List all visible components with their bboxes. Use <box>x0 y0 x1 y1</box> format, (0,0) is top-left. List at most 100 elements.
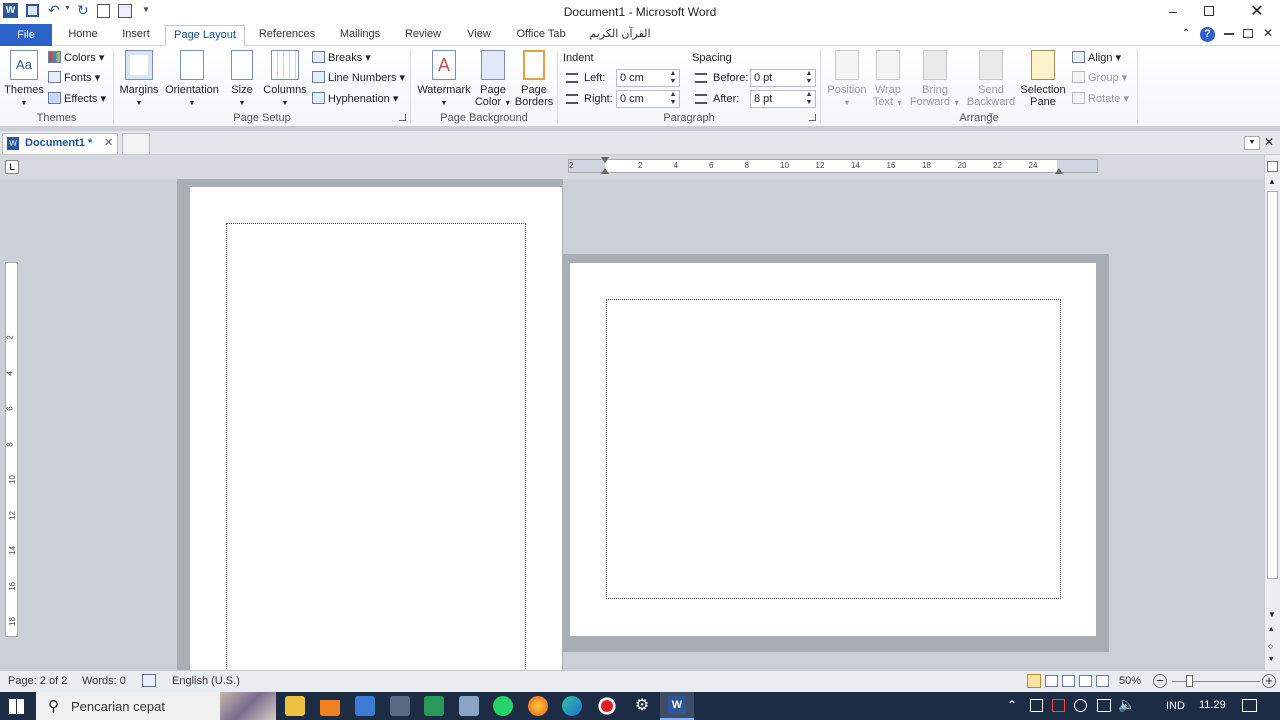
tab-review[interactable]: Review <box>398 25 448 46</box>
word-taskbar-icon[interactable]: W <box>660 692 694 720</box>
vertical-scrollbar[interactable]: ▲ ▼ ⯅ ○ ⯆ <box>1264 155 1280 670</box>
watermark-button[interactable]: A Watermark ▼ <box>416 50 472 110</box>
doc-minimize-icon[interactable] <box>1224 33 1234 35</box>
hyphenation-button[interactable]: Hyphenation ▾ <box>312 90 398 108</box>
indent-right-input[interactable]: 0 cm ▲ ▼ <box>616 90 680 108</box>
page-2[interactable] <box>570 263 1096 636</box>
tab-home[interactable]: Home <box>60 25 106 46</box>
minimize-button[interactable]: – <box>1160 0 1186 24</box>
page-color-button[interactable]: Page Color ▼ <box>474 50 512 110</box>
scroll-up-icon[interactable]: ▲ <box>1268 177 1276 186</box>
close-tab-icon[interactable]: ✕ <box>104 136 113 149</box>
scroll-down-icon[interactable]: ▼ <box>1268 610 1276 619</box>
word-count[interactable]: Words: 0 <box>82 675 126 687</box>
wrap-text-button[interactable]: Wrap Text ▼ <box>870 50 906 110</box>
network-icon[interactable] <box>1097 699 1111 712</box>
tab-page-layout[interactable]: Page Layout <box>165 25 245 46</box>
spacing-before-input[interactable]: 0 pt ▲ ▼ <box>750 69 816 87</box>
indent-left-input[interactable]: 0 cm ▲ ▼ <box>616 69 680 87</box>
language-indicator[interactable]: English (U.S.) <box>172 675 240 687</box>
align-button[interactable]: Align ▾ <box>1072 49 1121 67</box>
whatsapp-icon[interactable] <box>493 696 513 716</box>
keyboard-language[interactable]: IND <box>1166 700 1185 712</box>
vlc-icon[interactable] <box>320 696 340 716</box>
tray-icon-2[interactable] <box>1052 699 1065 712</box>
close-all-tabs-icon[interactable]: ✕ <box>1264 135 1274 149</box>
size-button[interactable]: Size ▼ <box>226 50 258 110</box>
position-button[interactable]: Position ▼ <box>824 50 870 110</box>
right-indent-marker[interactable] <box>1055 168 1063 174</box>
notepad-icon[interactable] <box>459 696 479 716</box>
windows-start-icon[interactable] <box>9 699 24 714</box>
rotate-button[interactable]: Rotate ▾ <box>1072 90 1129 108</box>
show-hidden-icons[interactable]: ⌃ <box>1007 698 1017 712</box>
tab-file[interactable]: File <box>0 24 52 46</box>
firefox-icon[interactable] <box>528 696 548 716</box>
keyboard-icon[interactable] <box>355 696 375 716</box>
tab-quran[interactable]: القرآن الكريم <box>582 25 658 46</box>
calculator-icon[interactable] <box>390 696 410 716</box>
page-setup-launcher-icon[interactable] <box>399 114 406 121</box>
colors-button[interactable]: Colors ▾ <box>48 49 104 67</box>
taskbar-search-box[interactable]: ⚲ Pencarian cepat <box>36 692 276 720</box>
left-indent-marker[interactable] <box>601 168 609 174</box>
view-ruler-icon[interactable] <box>1267 161 1278 172</box>
spacing-before-spinner[interactable]: ▲ ▼ <box>803 70 815 86</box>
restore-button[interactable] <box>1204 6 1214 16</box>
zoom-out-button[interactable]: − <box>1153 674 1167 688</box>
spacing-after-spinner[interactable]: ▲ ▼ <box>803 91 815 107</box>
doc-restore-icon[interactable] <box>1243 29 1253 38</box>
previous-page-icon[interactable]: ⯅ <box>1268 625 1274 635</box>
line-numbers-button[interactable]: Line Numbers ▾ <box>312 69 405 87</box>
tab-office-tab[interactable]: Office Tab <box>510 25 572 46</box>
tray-icon-1[interactable] <box>1030 699 1043 712</box>
indent-left-spinner[interactable]: ▲ ▼ <box>667 70 679 86</box>
doc-close-icon[interactable]: ✕ <box>1263 26 1273 40</box>
volume-icon[interactable]: 🔈 <box>1118 696 1135 713</box>
zoom-in-button[interactable]: + <box>1262 674 1276 688</box>
bring-forward-button[interactable]: Bring Forward ▼ <box>908 50 962 110</box>
themes-button[interactable]: Aa Themes ▼ <box>4 50 44 110</box>
new-tab-button[interactable] <box>122 133 150 154</box>
page-1[interactable] <box>190 187 562 683</box>
orientation-button[interactable]: Orientation ▼ <box>163 50 221 110</box>
app-icon[interactable] <box>424 696 444 716</box>
web-layout-icon[interactable] <box>1062 675 1075 687</box>
tab-insert[interactable]: Insert <box>114 25 158 46</box>
horizontal-ruler[interactable]: 2 2 4 6 8 10 12 14 16 18 20 22 24 <box>568 157 1098 174</box>
record-icon[interactable] <box>597 696 617 716</box>
settings-icon[interactable]: ⚙ <box>632 696 652 716</box>
collapse-ribbon-icon[interactable]: ⌃ <box>1182 28 1190 39</box>
outline-view-icon[interactable] <box>1079 675 1092 687</box>
spacing-after-input[interactable]: 8 pt ▲ ▼ <box>750 90 816 108</box>
tray-icon-3[interactable] <box>1074 699 1087 712</box>
first-line-indent-marker[interactable] <box>601 157 609 163</box>
scroll-thumb[interactable] <box>1267 191 1278 579</box>
zoom-slider-thumb[interactable] <box>1186 675 1193 687</box>
document-canvas[interactable] <box>22 179 1264 683</box>
clock[interactable]: 11.29 <box>1199 699 1226 711</box>
print-layout-view-icon[interactable] <box>1027 674 1041 688</box>
tab-selector-icon[interactable]: L <box>5 160 19 174</box>
effects-button[interactable]: Effects ▾ <box>48 90 106 108</box>
page-count[interactable]: Page: 2 of 2 <box>8 675 67 687</box>
tab-list-dropdown-icon[interactable]: ▼ <box>1244 136 1260 150</box>
proofing-icon[interactable] <box>142 674 156 687</box>
edge-icon[interactable] <box>562 696 582 716</box>
tab-view[interactable]: View <box>458 25 500 46</box>
next-page-icon[interactable]: ⯆ <box>1268 655 1274 665</box>
group-button[interactable]: Group ▾ <box>1072 69 1127 87</box>
select-browse-object-icon[interactable]: ○ <box>1268 641 1273 651</box>
page-borders-button[interactable]: Page Borders <box>514 50 554 108</box>
page-2-text-area[interactable] <box>606 299 1061 599</box>
fonts-button[interactable]: Fonts ▾ <box>48 69 100 87</box>
margins-button[interactable]: Margins ▼ <box>118 50 160 110</box>
page-1-text-area[interactable] <box>226 223 526 683</box>
full-screen-reading-icon[interactable] <box>1045 675 1058 687</box>
document-tab[interactable]: W Document1 * ✕ <box>2 133 118 154</box>
close-button[interactable]: ✕ <box>1246 1 1268 23</box>
selection-pane-button[interactable]: Selection Pane <box>1020 50 1066 108</box>
tab-references[interactable]: References <box>253 25 321 46</box>
help-icon[interactable]: ? <box>1200 27 1215 42</box>
paragraph-launcher-icon[interactable] <box>809 114 816 121</box>
